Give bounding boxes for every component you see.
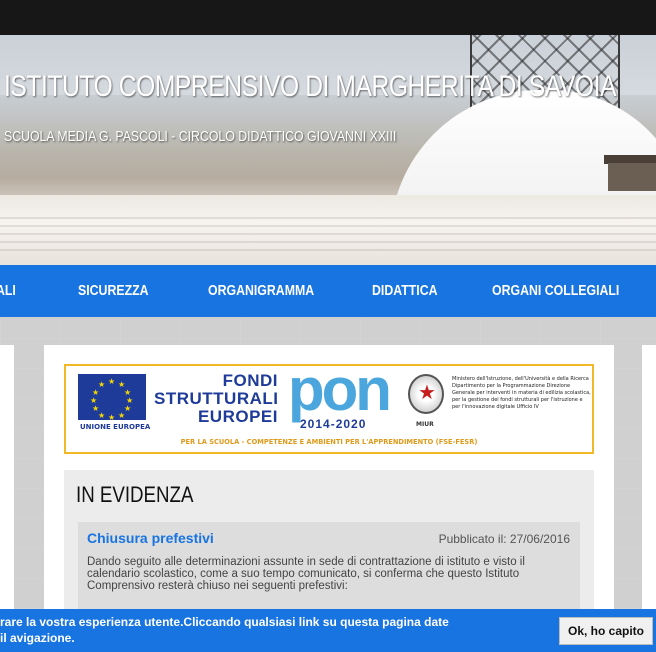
news-date: Pubblicato il: 27/06/2016 <box>438 532 570 546</box>
hut <box>608 163 656 191</box>
site-title[interactable]: ISTITUTO COMPRENSIVO DI MARGHERITA DI SA… <box>4 70 616 104</box>
top-bar <box>0 0 656 35</box>
eu-flag-icon: ★ ★ ★ ★ ★ ★ ★ ★ ★ ★ ★ ★ <box>78 374 146 422</box>
fondi-line-1: FONDI <box>222 371 278 390</box>
ground-texture <box>0 217 656 257</box>
news-text: Dando seguito alle determinazioni assunt… <box>87 556 525 592</box>
section-title: IN EVIDENZA <box>76 482 194 507</box>
cookie-banner: rare la vostra esperienza utente.Cliccan… <box>0 609 656 652</box>
nav-item-ali[interactable]: ALI <box>0 265 16 317</box>
fondi-line-2: STRUTTURALI <box>154 389 279 408</box>
in-evidenza-section: IN EVIDENZA Chiusura prefestivi Pubblica… <box>64 470 594 610</box>
right-sidebar <box>642 345 656 615</box>
cookie-accept-button[interactable]: Ok, ho capito <box>559 617 653 645</box>
left-sidebar <box>0 345 14 615</box>
nav-item-didattica[interactable]: DIDATTICA <box>372 265 438 317</box>
news-title-link[interactable]: Chiusura prefestivi <box>87 530 214 546</box>
nav-item-sicurezza[interactable]: SICUREZZA <box>78 265 149 317</box>
nav-item-organi-collegiali[interactable]: ORGANI COLLEGIALI <box>492 265 619 317</box>
ministry-text: Ministero dell'Istruzione, dell'Universi… <box>452 376 591 410</box>
cookie-text: rare la vostra esperienza utente.Cliccan… <box>0 615 449 645</box>
pon-years: 2014-2020 <box>300 417 367 431</box>
miur-label: MIUR <box>416 421 434 428</box>
nav-item-organigramma[interactable]: ORGANIGRAMMA <box>208 265 314 317</box>
main-navigation: ALI SICUREZZA ORGANIGRAMMA DIDATTICA ORG… <box>0 265 656 317</box>
fondi-strutturali-text: FONDI STRUTTURALI EUROPEI <box>154 372 278 426</box>
pon-banner[interactable]: ★ ★ ★ ★ ★ ★ ★ ★ ★ ★ ★ ★ UNIONE EUROPEA F… <box>64 360 594 454</box>
italian-republic-emblem-icon <box>408 374 444 414</box>
fondi-line-3: EUROPEI <box>197 407 278 426</box>
banner-footer-text: PER LA SCUOLA - COMPETENZE E AMBIENTI PE… <box>180 438 478 446</box>
pon-logo: pon <box>288 356 392 423</box>
news-item: Chiusura prefestivi Pubblicato il: 27/06… <box>78 522 580 610</box>
eu-label: UNIONE EUROPEA <box>80 423 151 431</box>
site-subtitle: SCUOLA MEDIA G. PASCOLI - CIRCOLO DIDATT… <box>4 128 397 145</box>
